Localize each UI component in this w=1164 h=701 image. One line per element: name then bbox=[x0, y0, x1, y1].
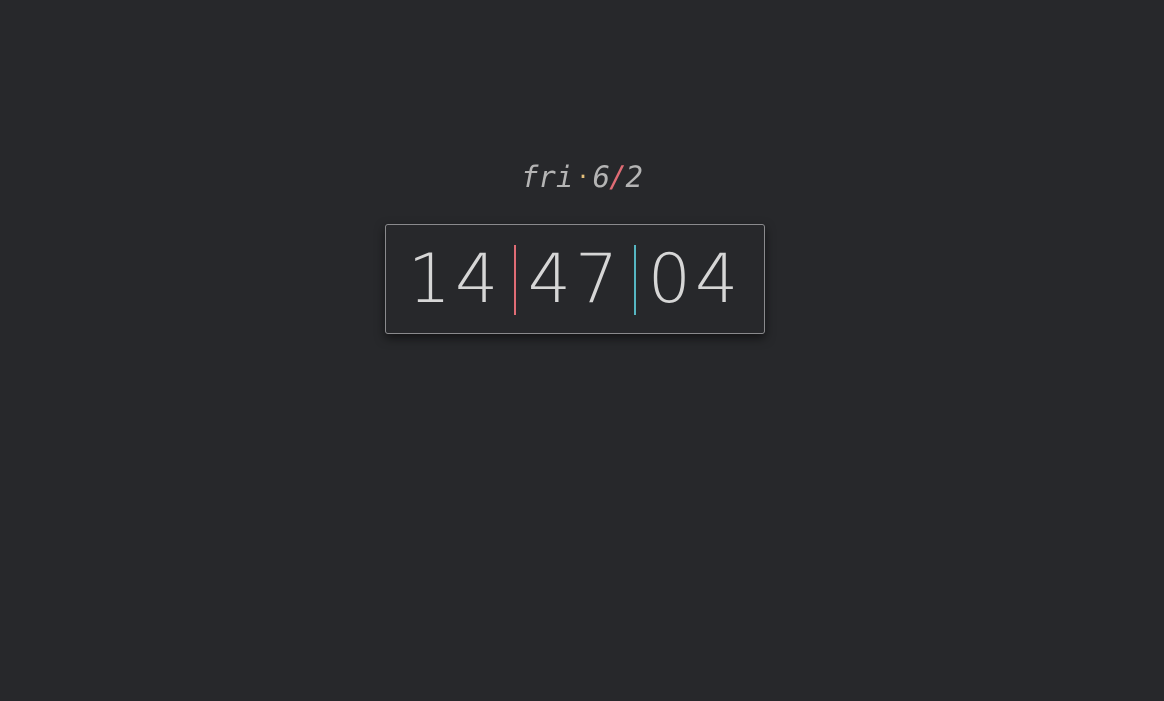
date-display: fri · 6/2 bbox=[0, 157, 1164, 201]
weekday-label: fri bbox=[520, 160, 574, 194]
hours-value: 14 bbox=[407, 240, 503, 319]
date-slash: / bbox=[609, 160, 627, 194]
seconds-value: 04 bbox=[647, 240, 743, 319]
date-separator-dot: · bbox=[576, 165, 590, 190]
clock-screen: fri · 6/2 14 47 04 bbox=[0, 0, 1164, 701]
time-display-box: 14 47 04 bbox=[385, 224, 765, 334]
minutes-value: 47 bbox=[527, 240, 623, 319]
month-value: 6 bbox=[592, 160, 611, 194]
day-value: 2 bbox=[625, 160, 644, 194]
